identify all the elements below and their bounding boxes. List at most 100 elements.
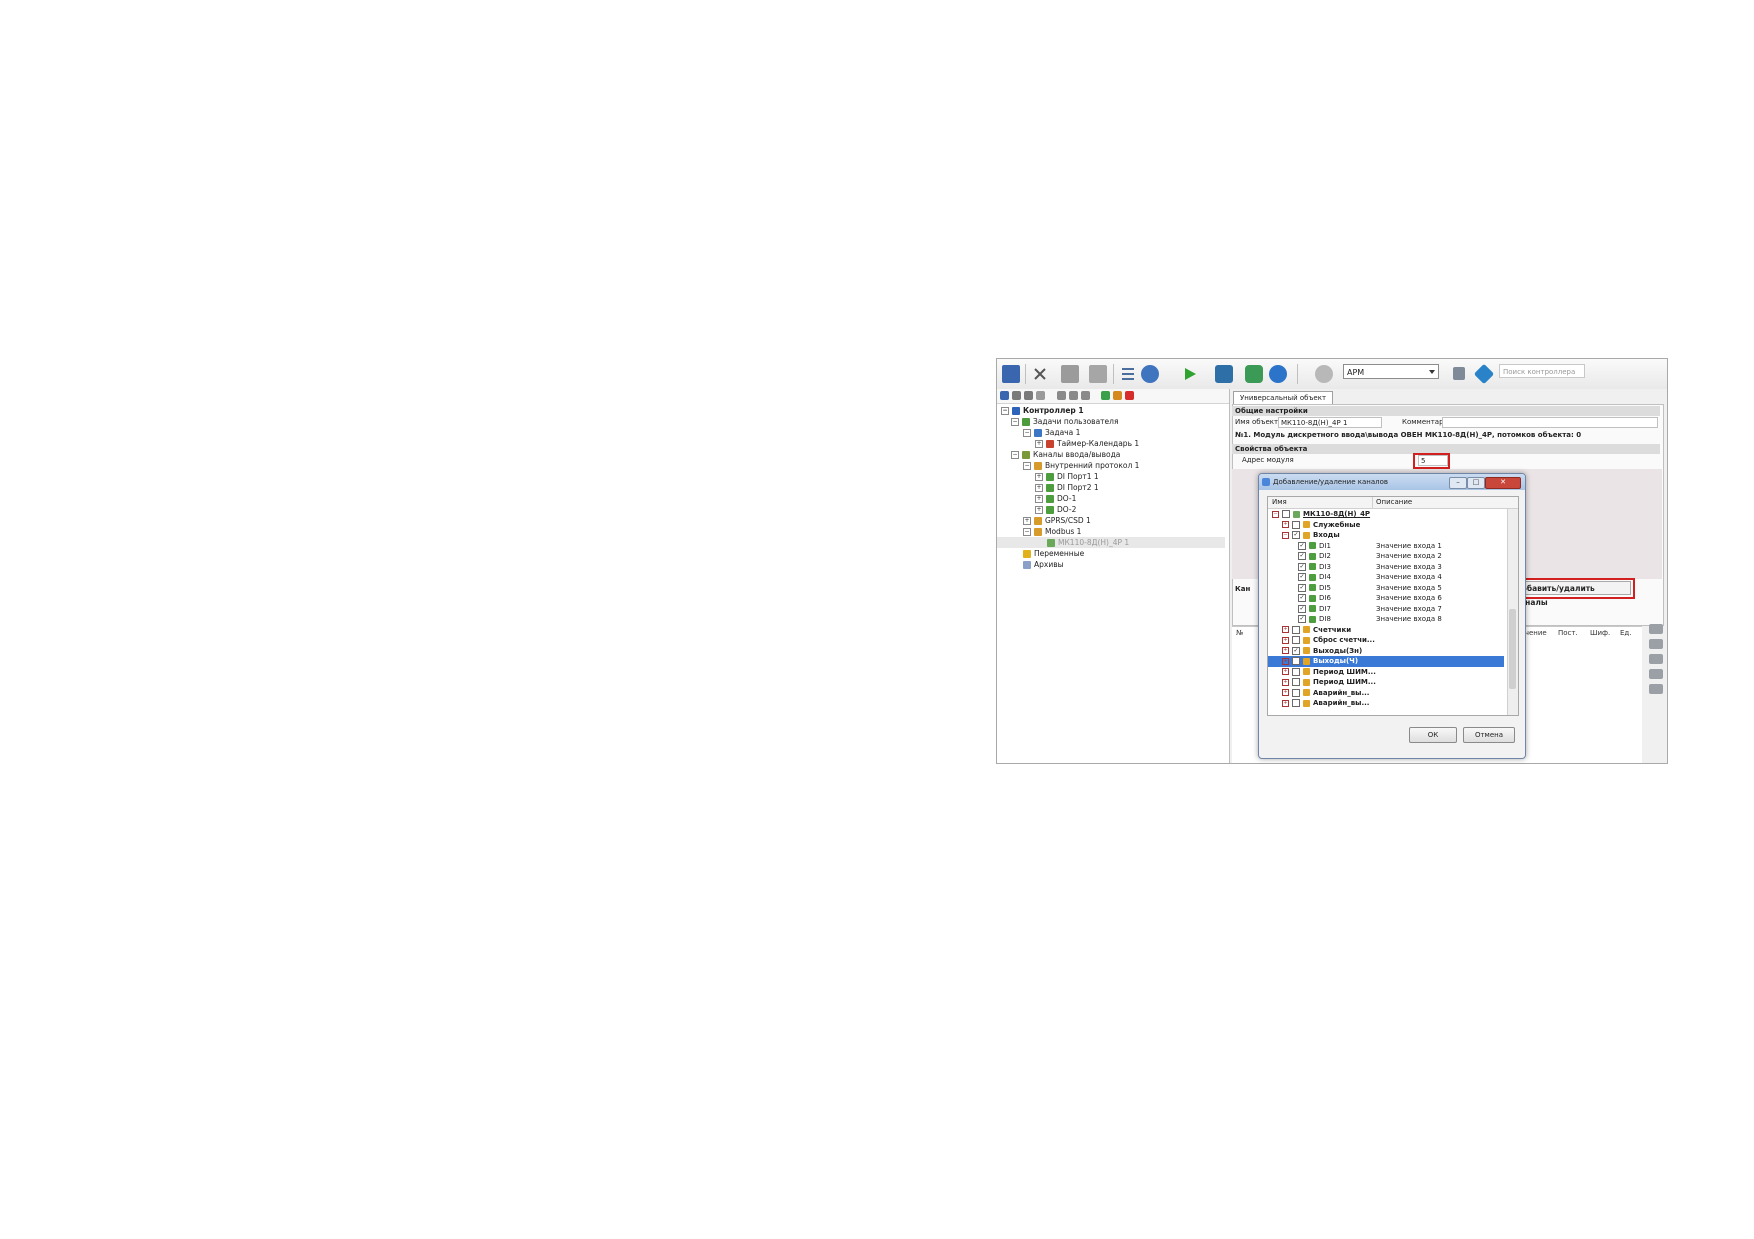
channel-row[interactable]: + ✓ Выходы(Ч) [1268, 656, 1504, 667]
channel-row[interactable]: + Аварийн_вы... [1268, 688, 1504, 699]
object-name-field[interactable]: МК110-8Д(Н)_4Р 1 [1278, 417, 1382, 428]
col-desc-header[interactable]: Описание [1376, 497, 1412, 508]
expand-icon[interactable]: + [1035, 495, 1043, 503]
monitor-icon[interactable] [1215, 365, 1233, 383]
expand-icon[interactable]: + [1282, 699, 1289, 707]
link-icon[interactable] [1036, 391, 1045, 400]
channel-row[interactable]: + Период ШИМ... [1268, 667, 1504, 678]
cancel-button[interactable]: Отмена [1463, 727, 1515, 743]
tag-icon[interactable] [1024, 391, 1033, 400]
channel-checkbox[interactable]: ✓ [1298, 541, 1306, 550]
channel-checkbox[interactable]: ✓ [1298, 573, 1306, 581]
channel-checkbox[interactable]: ✓ [1298, 583, 1306, 592]
collapse-icon[interactable]: − [1001, 407, 1009, 415]
expand-icon[interactable]: + [1282, 678, 1289, 686]
controller-search-input[interactable]: Поиск контроллера [1499, 364, 1585, 378]
channel-checkbox[interactable]: ✓ [1298, 604, 1306, 613]
tree-node-io-channels[interactable]: − Каналы ввода/вывода [1011, 449, 1120, 460]
channel-row[interactable]: + ✓ Выходы(Зн) [1268, 646, 1504, 657]
save-icon[interactable] [1002, 365, 1020, 383]
move-down-icon[interactable] [1649, 639, 1663, 649]
collapse-icon[interactable]: − [1023, 429, 1031, 437]
globe-icon[interactable] [1269, 365, 1287, 383]
channel-checkbox[interactable] [1282, 510, 1290, 518]
expand-icon[interactable]: + [1282, 689, 1289, 696]
channel-row[interactable]: + Служебные [1268, 520, 1504, 531]
list-icon[interactable] [1119, 365, 1137, 383]
channel-row[interactable]: ✓ DI7 Значение входа 7 [1268, 604, 1504, 615]
channel-row[interactable]: + Аварийн_вы... [1268, 698, 1504, 709]
col-name-header[interactable]: Имя [1272, 497, 1287, 508]
channel-row[interactable]: ✓ DI2 Значение входа 2 [1268, 551, 1504, 562]
channel-checkbox[interactable]: ✓ [1298, 552, 1306, 560]
tree-node-do1[interactable]: + DO-1 [1035, 493, 1076, 504]
tree-node-mk110[interactable]: МК110-8Д(Н)_4Р 1 [997, 537, 1225, 548]
copy-icon[interactable] [1061, 365, 1079, 383]
channel-checkbox[interactable] [1292, 688, 1300, 697]
cut-icon[interactable] [1057, 391, 1066, 400]
tree-node-internal-protocol[interactable]: − Внутренний протокол 1 [1023, 460, 1139, 471]
tree-node-do2[interactable]: + DO-2 [1035, 504, 1076, 515]
collapse-icon[interactable]: − [1023, 528, 1031, 536]
channel-checkbox[interactable] [1292, 636, 1300, 644]
expand-icon[interactable]: + [1035, 506, 1043, 514]
channel-row[interactable]: ✓ DI6 Значение входа 6 [1268, 593, 1504, 604]
paste-icon[interactable] [1089, 365, 1107, 383]
download-icon[interactable] [1141, 365, 1159, 383]
channel-checkbox[interactable]: ✓ [1298, 594, 1306, 602]
expand-icon[interactable]: + [1282, 521, 1289, 528]
tree-node-di-port2[interactable]: + DI Порт2 1 [1035, 482, 1099, 493]
link-icon[interactable] [1649, 684, 1663, 694]
channel-checkbox[interactable]: ✓ [1298, 615, 1306, 623]
channel-row[interactable]: − МК110-8Д(Н)_4Р [1268, 509, 1504, 520]
maximize-button[interactable]: □ [1467, 477, 1485, 489]
channel-checkbox[interactable]: ✓ [1298, 562, 1306, 571]
channel-checkbox[interactable]: ✓ [1292, 646, 1300, 655]
minimize-button[interactable]: – [1449, 477, 1467, 489]
network-icon[interactable] [1245, 365, 1263, 383]
ok-button[interactable]: ОК [1409, 727, 1457, 743]
navigate-icon[interactable] [1473, 363, 1495, 385]
copy-icon[interactable] [1069, 391, 1078, 400]
expand-icon[interactable]: + [1035, 473, 1043, 481]
target-select[interactable]: АРМ [1343, 364, 1439, 379]
tree-node-archives[interactable]: Архивы [1023, 559, 1064, 570]
tree-node-variables[interactable]: Переменные [1023, 548, 1084, 559]
tree-node-controller[interactable]: − Контроллер 1 [1001, 405, 1084, 416]
tree-node-di-port1[interactable]: + DI Порт1 1 [1035, 471, 1099, 482]
channel-checkbox[interactable]: ✓ [1292, 657, 1300, 665]
expand-icon[interactable]: + [1035, 484, 1043, 492]
cut-icon[interactable] [1031, 365, 1049, 383]
scrollbar-thumb[interactable] [1509, 609, 1516, 689]
channel-row[interactable]: + Сброс счетчи... [1268, 635, 1504, 646]
expand-icon[interactable]: + [1282, 657, 1289, 665]
move-up-icon[interactable] [1649, 624, 1663, 634]
comment-field[interactable] [1442, 417, 1658, 428]
add-icon[interactable] [1000, 391, 1009, 400]
channel-row[interactable]: + Период ШИМ... [1268, 677, 1504, 688]
tree-node-user-tasks[interactable]: − Задачи пользователя [1011, 416, 1118, 427]
gear-icon[interactable] [1315, 365, 1333, 383]
collapse-icon[interactable]: − [1023, 462, 1031, 470]
tree-node-modbus[interactable]: − Modbus 1 [1023, 526, 1081, 537]
expand-icon[interactable]: + [1282, 668, 1289, 675]
add-channel-icon[interactable] [1101, 391, 1110, 400]
calculator-icon[interactable] [1453, 367, 1465, 380]
collapse-icon[interactable]: − [1011, 418, 1019, 426]
sort-icon[interactable] [1113, 391, 1122, 400]
channel-row[interactable]: + Счетчики [1268, 625, 1504, 636]
expand-icon[interactable]: + [1035, 440, 1043, 448]
channel-checkbox[interactable] [1292, 699, 1300, 707]
edit-icon[interactable] [1012, 391, 1021, 400]
expand-icon[interactable]: + [1282, 626, 1289, 633]
properties-icon[interactable] [1649, 669, 1663, 679]
tree-node-task[interactable]: − Задача 1 [1023, 427, 1080, 438]
delete-icon[interactable] [1125, 391, 1134, 400]
collapse-icon[interactable]: − [1272, 510, 1279, 518]
channel-row[interactable]: ✓ DI8 Значение входа 8 [1268, 614, 1504, 625]
close-button[interactable]: ✕ [1485, 477, 1521, 489]
collapse-icon[interactable]: − [1011, 451, 1019, 459]
channel-checkbox[interactable] [1292, 625, 1300, 634]
collapse-icon[interactable]: − [1282, 531, 1289, 539]
expand-icon[interactable]: + [1282, 647, 1289, 654]
